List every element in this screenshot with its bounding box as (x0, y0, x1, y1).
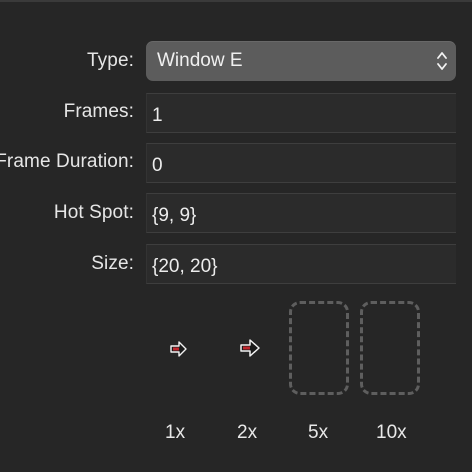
frame-duration-value: 0 (152, 155, 163, 176)
frames-label: Frames: (63, 101, 134, 122)
frame-duration-label: Frame Duration: (0, 151, 134, 172)
scale-label-10x: 10x (376, 422, 407, 443)
size-field[interactable]: {20, 20} (146, 244, 456, 284)
size-value: {20, 20} (152, 256, 218, 277)
hot-spot-label: Hot Spot: (53, 202, 134, 223)
top-divider (0, 0, 472, 2)
hot-spot-field[interactable]: {9, 9} (146, 193, 456, 233)
hot-spot-value: {9, 9} (152, 205, 197, 226)
cursor-preview-5x-placeholder (289, 301, 349, 395)
frames-value: 1 (152, 105, 163, 126)
frame-duration-field[interactable]: 0 (146, 143, 456, 183)
frames-field[interactable]: 1 (146, 93, 456, 133)
size-label: Size: (91, 253, 134, 274)
scale-label-1x: 1x (165, 422, 186, 443)
scale-label-5x: 5x (308, 422, 329, 443)
cursor-preview-10x-placeholder (360, 301, 420, 395)
up-down-chevron-icon (436, 49, 448, 73)
type-select[interactable]: Window E (146, 41, 456, 81)
type-label: Type: (87, 50, 134, 71)
type-select-value: Window E (157, 50, 243, 71)
scale-label-2x: 2x (237, 422, 258, 443)
cursor-preview-1x (169, 340, 189, 363)
right-arrow-cursor-icon (240, 339, 260, 357)
right-arrow-cursor-icon (170, 341, 187, 357)
cursor-preview-2x (239, 337, 261, 364)
